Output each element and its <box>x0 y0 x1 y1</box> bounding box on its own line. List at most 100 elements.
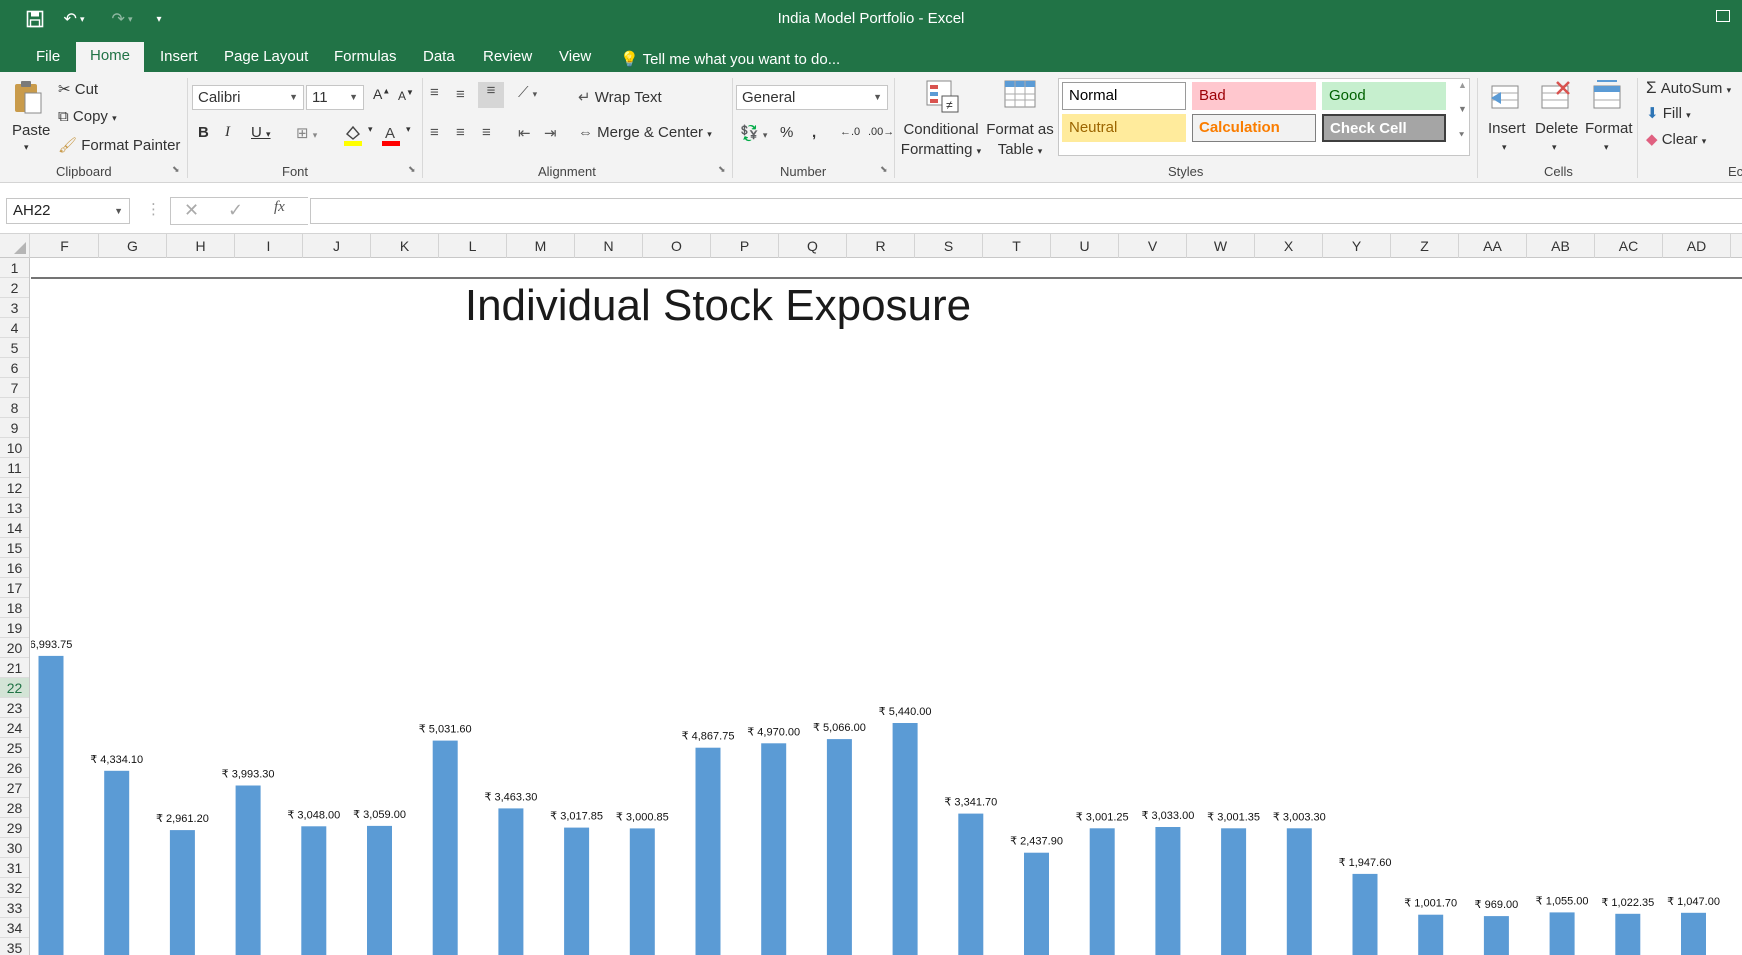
align-middle-icon[interactable]: ≡ <box>456 86 465 103</box>
chart-bar[interactable] <box>1352 873 1378 955</box>
column-header-ab[interactable]: AB <box>1527 234 1595 258</box>
row-header-14[interactable]: 14 <box>0 518 29 538</box>
row-header-33[interactable]: 33 <box>0 898 29 918</box>
chart-bar[interactable] <box>367 825 392 955</box>
column-header-g[interactable]: G <box>99 234 167 258</box>
row-header-27[interactable]: 27 <box>0 778 29 798</box>
tab-formulas[interactable]: Formulas <box>320 46 411 72</box>
chart-bar[interactable] <box>1024 852 1049 955</box>
fill-button[interactable]: ⬇ Fill ▾ <box>1646 104 1691 122</box>
bar-chart[interactable]: Individual Stock Exposure 6,993.75 ₹ 4,334… <box>31 258 1742 955</box>
style-neutral[interactable]: Neutral <box>1062 114 1186 142</box>
font-color-icon[interactable]: A <box>380 122 402 148</box>
align-left-icon[interactable]: ≡ <box>430 124 439 141</box>
insert-cells-button[interactable]: Insert <box>1488 120 1526 137</box>
row-header-6[interactable]: 6 <box>0 358 29 378</box>
paste-icon[interactable] <box>10 78 46 118</box>
chart-bar[interactable] <box>169 830 195 955</box>
chart-bar[interactable] <box>1549 912 1575 955</box>
row-header-24[interactable]: 24 <box>0 718 29 738</box>
chart-bar[interactable] <box>1483 916 1509 955</box>
delete-cells-button[interactable]: Delete <box>1535 120 1578 137</box>
column-header-p[interactable]: P <box>711 234 779 258</box>
row-header-9[interactable]: 9 <box>0 418 29 438</box>
fill-color-icon[interactable] <box>342 122 364 148</box>
chart-bar[interactable] <box>301 826 327 955</box>
format-cells-button[interactable]: Format <box>1585 120 1633 137</box>
insert-cells-icon[interactable] <box>1488 76 1524 116</box>
row-header-34[interactable]: 34 <box>0 918 29 938</box>
tab-home[interactable]: Home <box>76 42 145 72</box>
restore-window-icon[interactable] <box>1716 10 1730 22</box>
styles-scroll-down-icon[interactable]: ▼ <box>1458 104 1467 114</box>
row-header-22[interactable]: 22 <box>0 678 29 698</box>
tell-me-search[interactable]: 💡 Tell me what you want to do... <box>620 50 840 68</box>
conditional-formatting-icon[interactable]: ≠ <box>922 76 962 116</box>
row-header-13[interactable]: 13 <box>0 498 29 518</box>
comma-style-icon[interactable]: , <box>812 124 816 141</box>
decrease-font-size-icon[interactable]: A▼ <box>398 88 414 103</box>
row-header-7[interactable]: 7 <box>0 378 29 398</box>
format-as-table-button[interactable]: Format as Table ▾ <box>984 120 1056 161</box>
row-header-32[interactable]: 32 <box>0 878 29 898</box>
chart-bar[interactable] <box>1615 913 1641 955</box>
row-header-31[interactable]: 31 <box>0 858 29 878</box>
row-header-26[interactable]: 26 <box>0 758 29 778</box>
format-dropdown-icon[interactable]: ▾ <box>1604 142 1609 153</box>
orientation-icon[interactable]: ⟋ ▾ <box>518 84 537 101</box>
delete-dropdown-icon[interactable]: ▾ <box>1552 142 1557 153</box>
format-as-table-icon[interactable] <box>1000 76 1040 116</box>
row-header-35[interactable]: 35 <box>0 938 29 955</box>
align-right-icon[interactable]: ≡ <box>482 124 491 141</box>
column-header-r[interactable]: R <box>847 234 915 258</box>
chart-bar[interactable] <box>826 739 852 955</box>
align-bottom-icon[interactable]: ≡ <box>478 82 504 108</box>
row-header-23[interactable]: 23 <box>0 698 29 718</box>
row-header-29[interactable]: 29 <box>0 818 29 838</box>
percent-style-icon[interactable]: % <box>780 124 793 141</box>
row-header-16[interactable]: 16 <box>0 558 29 578</box>
row-header-17[interactable]: 17 <box>0 578 29 598</box>
row-header-12[interactable]: 12 <box>0 478 29 498</box>
column-header-q[interactable]: Q <box>779 234 847 258</box>
font-name-dropdown[interactable]: Calibri ▼ <box>192 85 304 110</box>
name-box[interactable]: AH22 ▼ <box>6 198 130 224</box>
row-header-2[interactable]: 2 <box>0 278 29 298</box>
row-header-18[interactable]: 18 <box>0 598 29 618</box>
style-check-cell[interactable]: Check Cell <box>1322 114 1446 142</box>
align-center-icon[interactable]: ≡ <box>456 124 465 141</box>
autosum-button[interactable]: Σ AutoSum ▾ <box>1646 78 1731 98</box>
row-header-30[interactable]: 30 <box>0 838 29 858</box>
formula-input[interactable] <box>310 198 1742 224</box>
chart-bar[interactable] <box>1286 828 1312 955</box>
chart-bar[interactable] <box>892 723 918 955</box>
row-header-4[interactable]: 4 <box>0 318 29 338</box>
column-header-h[interactable]: H <box>167 234 235 258</box>
column-header-l[interactable]: L <box>439 234 507 258</box>
insert-function-icon[interactable]: fx <box>274 199 285 216</box>
formula-bar-options-icon[interactable]: ⋮ <box>146 200 161 218</box>
cut-button[interactable]: ✂ Cut <box>58 80 98 98</box>
column-header-y[interactable]: Y <box>1323 234 1391 258</box>
row-header-19[interactable]: 19 <box>0 618 29 638</box>
column-header-m[interactable]: M <box>507 234 575 258</box>
format-painter-button[interactable]: 🖌 Format Painter <box>58 136 180 154</box>
style-calculation[interactable]: Calculation <box>1192 114 1316 142</box>
increase-decimal-icon[interactable]: ←.0 <box>840 126 860 138</box>
font-size-dropdown[interactable]: 11 ▼ <box>306 85 364 110</box>
format-cells-icon[interactable] <box>1590 76 1626 116</box>
paste-dropdown-icon[interactable]: ▾ <box>24 142 29 153</box>
column-header-ad[interactable]: AD <box>1663 234 1731 258</box>
clear-button[interactable]: ◆ Clear ▾ <box>1646 130 1706 148</box>
chart-bar[interactable] <box>498 808 524 955</box>
borders-icon[interactable]: ⊞ ▾ <box>296 124 317 142</box>
align-top-icon[interactable]: ≡ <box>430 84 439 101</box>
underline-icon[interactable]: U ▾ <box>251 124 271 141</box>
fill-color-dropdown-icon[interactable]: ▾ <box>368 124 373 135</box>
tab-view[interactable]: View <box>545 46 605 72</box>
row-header-8[interactable]: 8 <box>0 398 29 418</box>
style-good[interactable]: Good <box>1322 82 1446 110</box>
column-header-j[interactable]: J <box>303 234 371 258</box>
chart-bar[interactable] <box>958 813 984 955</box>
chart-bar[interactable] <box>761 743 787 955</box>
